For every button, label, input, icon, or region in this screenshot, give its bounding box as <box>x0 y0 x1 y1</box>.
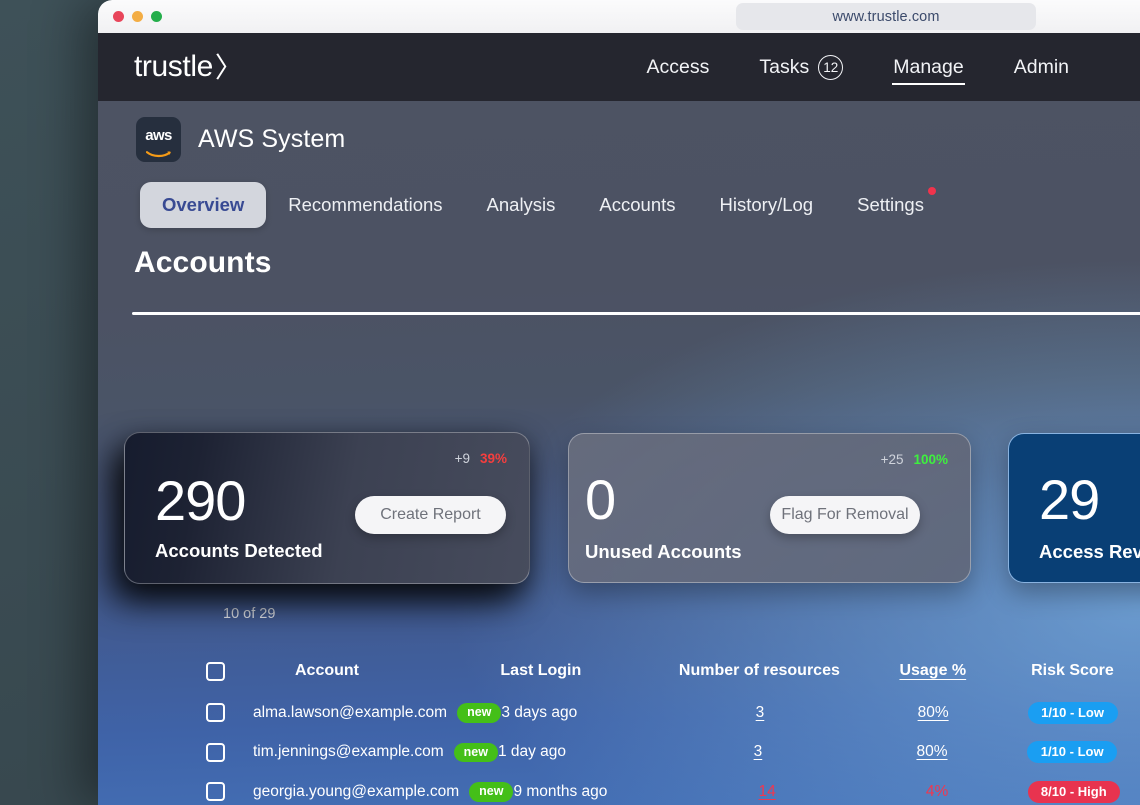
stat-label: Unused Accounts <box>585 541 742 562</box>
close-icon[interactable] <box>113 11 124 22</box>
browser-window: www.trustle.com trustle 〉 Access Tasks 1… <box>98 0 1140 805</box>
resources-count[interactable]: 3 <box>754 743 763 760</box>
row-checkbox[interactable] <box>206 703 225 723</box>
column-header-last-login[interactable]: Last Login <box>500 662 658 680</box>
accounts-table: Account Last Login Number of resources U… <box>98 649 1140 805</box>
stat-delta-count: +25 <box>880 452 904 467</box>
nav-item-label: Manage <box>893 55 964 78</box>
aws-logo-text: aws <box>145 127 172 144</box>
last-login: 1 day ago <box>497 743 567 761</box>
app-content: aws AWS System Overview Recommendations … <box>98 101 1140 805</box>
usage-percent[interactable]: 80% <box>918 704 949 721</box>
aws-logo-icon: aws <box>136 117 181 162</box>
column-header-usage-percent[interactable]: Usage % <box>899 662 966 679</box>
tab-overview[interactable]: Overview <box>140 182 267 228</box>
stat-card-access-review: 29 Access Review C <box>1008 433 1140 583</box>
stat-delta-percent: 39% <box>479 451 507 466</box>
nav-item-label: Access <box>646 55 710 78</box>
tab-label: History/Log <box>719 194 814 215</box>
tab-label: Recommendations <box>288 194 443 215</box>
table-row[interactable]: georgia.young@example.com new 9 months a… <box>98 772 1140 805</box>
stat-delta-percent: 100% <box>913 452 948 467</box>
notification-dot-icon <box>927 187 936 195</box>
flag-for-removal-button[interactable]: Flag For Removal <box>770 496 920 534</box>
tasks-count-badge: 12 <box>818 54 844 80</box>
nav-item-tasks[interactable]: Tasks 12 <box>734 33 868 101</box>
stat-delta-count: +9 <box>454 451 470 466</box>
create-report-button[interactable]: Create Report <box>355 496 506 534</box>
window-controls <box>113 11 162 22</box>
stat-value: 290 <box>155 469 246 532</box>
account-email: georgia.young@example.com <box>253 782 460 800</box>
resources-count[interactable]: 3 <box>756 704 765 721</box>
minimize-icon[interactable] <box>132 11 143 22</box>
stat-value: 29 <box>1039 468 1100 531</box>
maximize-icon[interactable] <box>151 11 162 22</box>
table-row[interactable]: alma.lawson@example.com new 3 days ago 3… <box>98 693 1140 733</box>
usage-percent[interactable]: 4% <box>926 783 948 800</box>
system-header: aws AWS System <box>136 117 345 162</box>
nav-item-access[interactable]: Access <box>622 33 735 101</box>
tab-label: Analysis <box>486 194 556 215</box>
tab-label: Overview <box>162 194 245 215</box>
resources-count[interactable]: 14 <box>759 783 776 800</box>
new-badge: new <box>453 742 498 762</box>
tab-recommendations[interactable]: Recommendations <box>266 182 464 228</box>
column-header-risk-score[interactable]: Risk Score <box>1005 662 1140 680</box>
nav-item-label: Tasks <box>759 55 810 78</box>
account-email: tim.jennings@example.com <box>253 743 444 761</box>
stat-delta: +25 100% <box>881 452 948 467</box>
top-navbar: trustle 〉 Access Tasks 12 Manage Admin <box>98 33 1140 101</box>
nav-item-manage[interactable]: Manage <box>868 33 988 101</box>
tab-label: Settings <box>857 194 924 215</box>
nav-item-label: Admin <box>1013 55 1069 78</box>
last-login: 9 months ago <box>513 782 608 800</box>
table-header-row: Account Last Login Number of resources U… <box>98 649 1140 693</box>
section-tabs: Overview Recommendations Analysis Accoun… <box>140 182 946 228</box>
risk-score-badge[interactable]: 1/10 - Low <box>1027 741 1118 764</box>
tab-settings[interactable]: Settings <box>835 182 946 228</box>
row-checkbox[interactable] <box>206 782 225 802</box>
last-login: 3 days ago <box>501 703 578 721</box>
tab-label: Accounts <box>599 194 676 215</box>
aws-smile-icon <box>145 145 172 158</box>
stat-label: Accounts Detected <box>155 540 323 561</box>
tab-analysis[interactable]: Analysis <box>465 182 578 228</box>
browser-chrome: www.trustle.com <box>98 0 1140 33</box>
url-text: www.trustle.com <box>832 8 940 25</box>
result-count: 10 of 29 <box>223 606 276 622</box>
table-row[interactable]: tim.jennings@example.com new 1 day ago 3… <box>98 733 1140 773</box>
stat-label: Access Review <box>1039 541 1140 562</box>
trustle-logo[interactable]: trustle 〉 <box>134 50 243 84</box>
risk-score-badge[interactable]: 1/10 - Low <box>1027 701 1118 724</box>
tab-history-log[interactable]: History/Log <box>698 182 836 228</box>
account-email: alma.lawson@example.com <box>253 703 448 721</box>
chevron-right-icon: 〉 <box>214 52 243 83</box>
usage-percent[interactable]: 80% <box>916 743 947 760</box>
stat-card-accounts-detected: +9 39% 290 Accounts Detected Create Repo… <box>124 432 530 584</box>
row-checkbox[interactable] <box>206 742 225 762</box>
nav-links: Access Tasks 12 Manage Admin <box>622 33 1094 101</box>
risk-score-badge[interactable]: 8/10 - High <box>1027 780 1120 803</box>
stat-value: 0 <box>585 468 616 531</box>
new-badge: new <box>469 782 514 802</box>
tab-accounts[interactable]: Accounts <box>577 182 697 228</box>
stat-card-unused-accounts: +25 100% 0 Unused Accounts Flag For Remo… <box>568 433 971 583</box>
page-title: Accounts <box>134 246 272 279</box>
page-system-title: AWS System <box>198 125 346 153</box>
select-all-checkbox[interactable] <box>206 661 225 681</box>
logo-text: trustle <box>134 50 213 83</box>
column-header-account[interactable]: Account <box>253 662 500 680</box>
column-header-number-of-resources[interactable]: Number of resources <box>658 662 861 680</box>
section-divider <box>132 312 1140 315</box>
nav-item-admin[interactable]: Admin <box>989 33 1094 101</box>
address-bar[interactable]: www.trustle.com <box>736 3 1036 30</box>
stat-delta: +9 39% <box>455 451 507 466</box>
new-badge: new <box>457 703 502 723</box>
